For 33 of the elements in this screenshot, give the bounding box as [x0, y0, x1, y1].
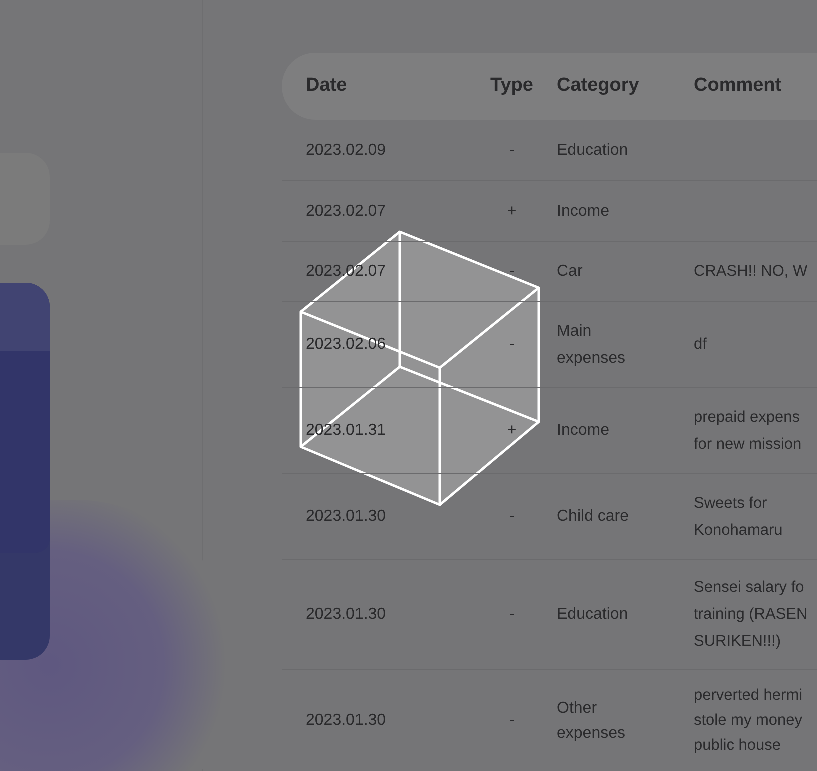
date-cell-text: 2023.01.30: [306, 711, 386, 731]
type-cell-text: -: [509, 711, 515, 731]
comment-cell-text: df: [694, 335, 707, 355]
type-cell-text: -: [509, 507, 515, 527]
date-cell-text: 2023.01.30: [306, 605, 386, 625]
comment-cell-text: Sweets for Konohamaru: [694, 494, 783, 540]
date-cell-text: 2023.02.06: [306, 335, 386, 355]
comment-cell-text: perverted hermi stole my money public house: [694, 686, 803, 756]
type-cell-text: -: [509, 262, 515, 282]
type-cell-text: +: [507, 202, 517, 222]
category-cell-text: Car: [557, 262, 583, 282]
column-header: Comment: [694, 74, 783, 98]
category-cell-text: Other expenses: [557, 698, 626, 744]
category-cell-text: Education: [557, 140, 628, 160]
type-cell-text: -: [509, 335, 515, 355]
column-header: Date: [306, 74, 348, 98]
type-cell-text: +: [507, 421, 517, 441]
type-cell-text: -: [509, 605, 515, 625]
comment-cell-text: CRASH!! NO, W: [694, 262, 808, 282]
cube-loader-icon: [298, 229, 543, 508]
category-cell-text: Income: [557, 202, 610, 222]
comment-cell-text: prepaid expens for new mission: [694, 408, 802, 454]
date-cell-text: 2023.02.09: [306, 140, 386, 160]
date-cell-text: 2023.01.30: [306, 507, 386, 527]
category-cell-text: Child care: [557, 507, 630, 527]
column-header: Category: [557, 74, 640, 98]
column-header: Type: [490, 74, 534, 98]
type-cell-text: -: [509, 140, 515, 160]
category-cell-text: Main expenses: [557, 322, 626, 368]
category-cell-text: Education: [557, 605, 628, 625]
category-cell-text: Income: [557, 421, 610, 441]
date-cell-text: 2023.02.07: [306, 202, 386, 222]
comment-cell-text: Sensei salary fo training (RASEN SURIKEN!!!): [694, 578, 808, 652]
